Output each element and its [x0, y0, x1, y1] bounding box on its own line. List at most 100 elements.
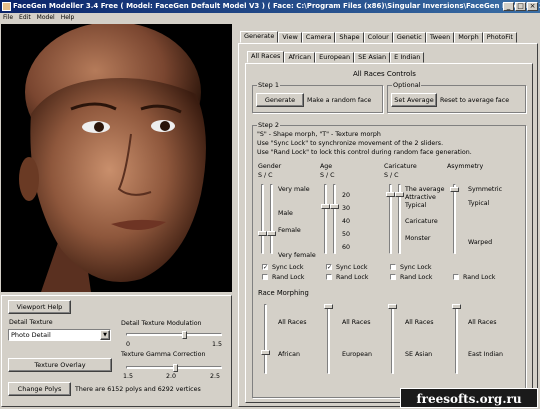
gamma-tick-min: 1.5: [123, 373, 134, 380]
subtab-se-asian[interactable]: SE Asian: [354, 52, 391, 63]
caricature-label-average: The average: [405, 186, 445, 193]
race-morphing-title: Race Morphing: [258, 289, 309, 297]
caricature-rand-lock-checkbox[interactable]: [390, 274, 396, 280]
modulation-tick-max: 1.5: [212, 341, 223, 348]
subtab-e-indian[interactable]: E Indian: [390, 52, 425, 63]
age-colour-slider[interactable]: [333, 184, 336, 254]
race-african-bottom-label: African: [278, 351, 300, 358]
caricature-label-monster: Monster: [405, 235, 431, 242]
gender-sync-lock-checkbox[interactable]: ✓: [262, 264, 268, 271]
tab-genetic[interactable]: Genetic: [392, 32, 426, 43]
tab-morph[interactable]: Morph: [454, 32, 483, 43]
maximize-button[interactable]: □: [515, 2, 526, 11]
caricature-colour-thumb[interactable]: [395, 191, 404, 197]
caricature-sc: S / C: [384, 172, 399, 179]
change-polys-button[interactable]: Change Polys: [8, 382, 71, 396]
race-se-asian-slider[interactable]: [391, 304, 394, 374]
step2-title: Step 2: [257, 121, 281, 129]
race-european-slider[interactable]: [327, 304, 330, 374]
age-label-30: 30: [342, 205, 351, 212]
subtab-strip: All Races African European SE Asian E In…: [247, 51, 425, 63]
subtab-european[interactable]: European: [315, 52, 355, 63]
caricature-sync-lock-checkbox[interactable]: [390, 264, 396, 270]
set-average-button[interactable]: Set Average: [391, 93, 437, 107]
gender-sc: S / C: [258, 172, 273, 179]
face-viewport[interactable]: [1, 24, 232, 292]
minimize-button[interactable]: _: [503, 2, 514, 11]
caricature-label-attractive: Attractive: [405, 194, 436, 201]
tab-colour[interactable]: Colour: [363, 32, 393, 43]
tab-photofit[interactable]: PhotoFit: [482, 32, 517, 43]
subtab-all-races[interactable]: All Races: [247, 51, 285, 63]
race-european-thumb[interactable]: [324, 304, 333, 309]
gender-rand-lock-checkbox[interactable]: [262, 274, 268, 280]
step1-title: Step 1: [257, 81, 281, 89]
race-east-indian-thumb[interactable]: [452, 304, 461, 309]
gender-shape-slider[interactable]: [261, 184, 264, 254]
tab-shape[interactable]: Shape: [335, 32, 364, 43]
caricature-label-caricature: Caricature: [405, 218, 438, 225]
subtab-african[interactable]: African: [284, 52, 316, 63]
gender-label-very-female: Very female: [278, 252, 316, 259]
tab-strip: Generate View Camera Shape Colour Geneti…: [240, 31, 517, 43]
viewport-help-button[interactable]: Viewport Help: [8, 300, 71, 314]
face-render: [19, 24, 206, 292]
age-rand-lock-checkbox[interactable]: [326, 274, 332, 280]
age-sync-lock-checkbox[interactable]: ✓: [326, 264, 332, 271]
gender-rand-lock-label: Rand Lock: [272, 274, 305, 281]
age-colour-thumb[interactable]: [330, 203, 339, 209]
gamma-slider-thumb[interactable]: [173, 364, 179, 372]
help-line-1: "S" - Shape morph, "T" - Texture morph: [257, 131, 381, 138]
menu-edit[interactable]: Edit: [16, 14, 34, 21]
age-title: Age: [320, 163, 333, 170]
gamma-tick-max: 2.5: [210, 373, 221, 380]
gender-colour-thumb[interactable]: [267, 230, 276, 236]
texture-overlay-button[interactable]: Texture Overlay: [8, 358, 112, 372]
race-african-thumb[interactable]: [261, 350, 270, 355]
modulation-slider-track[interactable]: [126, 333, 222, 336]
modulation-slider-thumb[interactable]: [182, 331, 188, 339]
race-african-top-label: All Races: [278, 319, 307, 326]
asymmetry-slider[interactable]: [453, 184, 456, 254]
gender-label-male: Male: [278, 210, 293, 217]
generate-button[interactable]: Generate: [256, 93, 304, 107]
tab-tween[interactable]: Tween: [425, 32, 455, 43]
tab-generate[interactable]: Generate: [240, 31, 279, 43]
race-se-asian-bottom-label: SE Asian: [405, 351, 433, 358]
gender-colour-slider[interactable]: [270, 184, 273, 254]
help-line-2: Use "Sync Lock" to synchronize movement …: [257, 140, 444, 147]
age-label-20: 20: [342, 192, 351, 199]
age-shape-thumb[interactable]: [321, 203, 330, 209]
asymmetry-rand-lock-checkbox[interactable]: [453, 274, 459, 280]
detail-texture-select[interactable]: Photo Detail ▼: [8, 329, 111, 341]
race-east-indian-bottom-label: East Indian: [468, 351, 504, 358]
menu-file[interactable]: File: [0, 14, 16, 21]
gender-shape-thumb[interactable]: [258, 230, 267, 236]
race-east-indian-top-label: All Races: [468, 319, 497, 326]
race-east-indian-slider[interactable]: [455, 304, 458, 374]
asymmetry-thumb[interactable]: [450, 187, 459, 193]
race-se-asian-thumb[interactable]: [388, 304, 397, 309]
race-african-slider[interactable]: [264, 304, 267, 374]
modulation-label: Detail Texture Modulation: [121, 320, 202, 327]
menu-model[interactable]: Model: [34, 14, 58, 21]
age-label-50: 50: [342, 231, 351, 238]
close-button[interactable]: ×: [527, 2, 538, 11]
tab-view[interactable]: View: [278, 32, 302, 43]
generate-desc: Make a random face: [307, 97, 372, 104]
detail-texture-value: Photo Detail: [11, 331, 51, 339]
caricature-shape-thumb[interactable]: [386, 191, 395, 197]
caricature-title: Caricature: [384, 163, 417, 170]
age-shape-slider[interactable]: [324, 184, 327, 254]
tab-camera[interactable]: Camera: [301, 32, 336, 43]
menu-help[interactable]: Help: [58, 14, 78, 21]
modulation-tick-min: 0: [126, 341, 131, 348]
optional-title: Optional: [392, 81, 422, 89]
age-sc: S / C: [320, 172, 335, 179]
window-title: FaceGen Modeller 3.4 Free ( Model: FaceG…: [13, 2, 540, 10]
chevron-down-icon[interactable]: ▼: [100, 330, 110, 340]
detail-texture-label: Detail Texture: [9, 319, 53, 326]
watermark: freesofts.org.ru: [400, 388, 538, 408]
gender-label-very-male: Very male: [278, 186, 310, 193]
age-sync-lock-label: Sync Lock: [336, 264, 368, 271]
